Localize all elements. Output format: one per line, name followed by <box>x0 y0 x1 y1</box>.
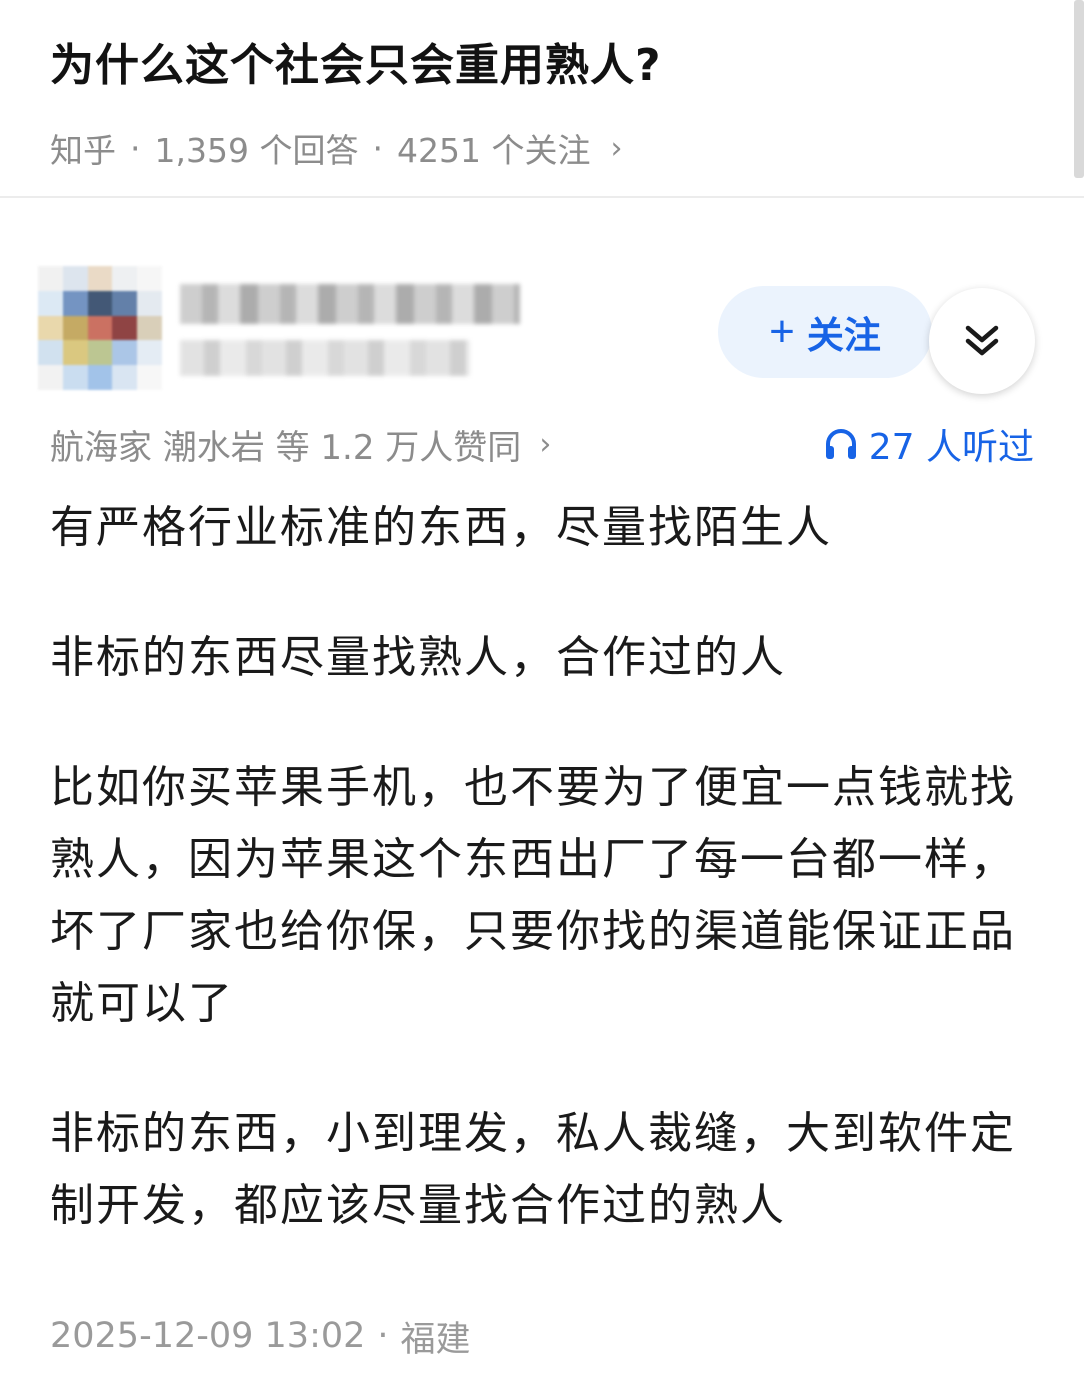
avatar-pixel <box>87 315 113 341</box>
followers-count: 4251 个关注 <box>396 131 591 170</box>
source-label: 知乎 <box>50 131 116 170</box>
approval-row[interactable]: 航海家 潮水岩 等 1.2 万人赞同 › <box>50 414 551 474</box>
avatar-pixel <box>62 266 88 291</box>
answer-footer: 2025-12-09 13:02 · 福建 <box>50 1306 471 1366</box>
avatar-pixel <box>38 365 63 390</box>
question-title[interactable]: 为什么这个社会只会重用熟人? <box>50 30 662 102</box>
answer-paragraph: 有严格行业标准的东西，尽量找陌生人 <box>50 502 832 553</box>
answers-count: 1,359 个回答 <box>154 131 359 170</box>
avatar-pixel <box>87 365 113 390</box>
avatar-pixel <box>87 340 113 366</box>
avatar-pixel <box>137 365 162 390</box>
answer-body: 有严格行业标准的东西，尽量找陌生人 非标的东西尽量找熟人，合作过的人 比如你买苹… <box>50 492 1040 1300</box>
listen-count: 27 人听过 <box>868 427 1034 468</box>
avatar-pixel <box>62 315 88 341</box>
avatar-pixel <box>112 340 138 366</box>
listen-info[interactable]: 27 人听过 <box>823 414 1034 474</box>
answer-paragraph: 比如你买苹果手机，也不要为了便宜一点钱就找熟人，因为苹果这个东西出厂了每一台都一… <box>50 762 1016 1029</box>
approval-text: 航海家 潮水岩 等 1.2 万人赞同 <box>50 427 522 468</box>
avatar-pixel <box>38 290 63 316</box>
avatar-pixel <box>62 340 88 366</box>
avatar-pixel <box>38 340 63 366</box>
follow-button[interactable]: + 关注 <box>718 286 932 378</box>
chevron-right-icon: › <box>539 426 552 462</box>
chevron-right-icon: › <box>610 130 623 166</box>
question-header: 为什么这个社会只会重用熟人? 知乎 · 1,359 个回答 · 4251 个关注… <box>0 0 1084 198</box>
double-chevron-down-icon <box>965 325 999 356</box>
avatar-pixel <box>112 266 138 291</box>
meta-separator: · <box>372 128 383 168</box>
avatar-pixel <box>137 266 162 291</box>
answer-timestamp: 2025-12-09 13:02 <box>50 1316 366 1356</box>
avatar-pixel <box>38 315 63 341</box>
avatar-pixel <box>87 266 113 291</box>
avatar[interactable] <box>38 266 162 390</box>
scrollbar[interactable] <box>1074 0 1084 178</box>
author-bio-blurred <box>180 340 470 376</box>
question-meta[interactable]: 知乎 · 1,359 个回答 · 4251 个关注 › <box>50 118 622 178</box>
avatar-pixel <box>137 290 162 316</box>
author-name-blurred[interactable] <box>180 284 520 324</box>
avatar-pixel <box>62 365 88 390</box>
avatar-pixel <box>112 315 138 341</box>
author-row: + 关注 <box>0 250 1084 400</box>
plus-icon: + <box>769 307 795 356</box>
answer-paragraph: 非标的东西尽量找熟人，合作过的人 <box>50 632 786 683</box>
avatar-pixel <box>62 290 88 316</box>
answer-location: 福建 <box>400 1319 471 1360</box>
follow-label: 关注 <box>806 315 881 356</box>
headphones-icon <box>825 429 856 459</box>
meta-separator: · <box>130 128 141 168</box>
avatar-pixel <box>112 290 138 316</box>
avatar-pixel <box>87 290 113 316</box>
footer-separator: · <box>377 1316 389 1356</box>
expand-button[interactable] <box>929 288 1035 394</box>
avatar-pixel <box>137 340 162 366</box>
avatar-pixel <box>137 315 162 341</box>
avatar-pixel <box>112 365 138 390</box>
avatar-pixel <box>38 266 63 291</box>
answer-paragraph: 非标的东西，小到理发，私人裁缝，大到软件定制开发，都应该尽量找合作过的熟人 <box>50 1108 1016 1231</box>
